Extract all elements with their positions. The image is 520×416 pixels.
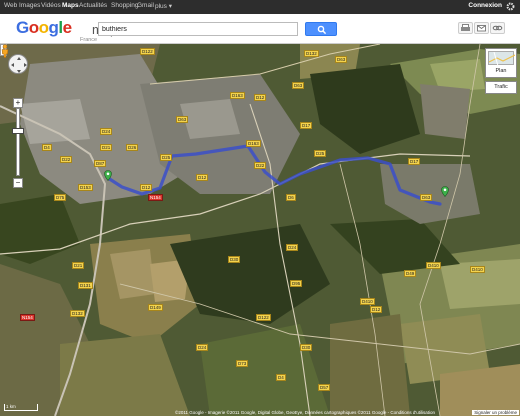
logo-letter: o: [28, 18, 39, 37]
gear-icon[interactable]: [505, 1, 516, 12]
road-label: D163: [246, 140, 261, 147]
road-label: D24: [286, 244, 299, 251]
map-canvas[interactable]: D122 D132 D63 D63 D87 D22 D25 D153 N154 …: [0, 44, 520, 416]
nav-link-more[interactable]: plus ▾: [155, 2, 172, 10]
plus-icon: +: [15, 98, 21, 107]
road-label: N154: [148, 194, 163, 201]
road-label: D4: [42, 144, 52, 151]
road-label: D17: [408, 158, 421, 165]
nav-link-maps[interactable]: Maps: [62, 2, 79, 9]
road-label: D63: [176, 116, 189, 123]
print-icon: [461, 24, 470, 31]
road-label: D63: [420, 194, 433, 201]
pan-control[interactable]: [8, 54, 28, 74]
map-thumbnail: [488, 51, 515, 66]
road-label: D17: [300, 122, 313, 129]
road-label: D410: [470, 266, 485, 273]
road-label: D49: [404, 270, 417, 277]
scale-bar: 1 km: [4, 404, 38, 411]
road-label: D87: [94, 160, 107, 167]
start-marker-icon[interactable]: [104, 170, 112, 181]
nav-link-gmail[interactable]: Gmail: [137, 2, 154, 9]
sign-in-link[interactable]: Connexion: [468, 2, 502, 9]
zoom-slider-track[interactable]: [16, 108, 20, 176]
traffic-layer-button[interactable]: Trafic: [485, 81, 517, 94]
logo-letter: o: [38, 18, 49, 37]
copyright-text: ©2011 Google - Imagerie ©2011 Google, Di…: [175, 410, 435, 415]
logo-letter: e: [62, 18, 72, 37]
nav-link-images[interactable]: Images: [19, 2, 40, 9]
street-view-pegman-icon[interactable]: [0, 44, 10, 58]
road-label: D22: [60, 156, 73, 163]
road-label: N154: [20, 314, 35, 321]
road-label: D410: [426, 262, 441, 269]
pan-arrows-icon: [11, 57, 27, 73]
logo-country: France: [80, 37, 98, 43]
link-button[interactable]: [490, 22, 505, 34]
zoom-in-button[interactable]: +: [13, 98, 23, 108]
zoom-out-button[interactable]: −: [13, 178, 23, 188]
road-label: D410: [360, 298, 375, 305]
road-label: D30: [300, 344, 313, 351]
nav-link-news[interactable]: Actualités: [79, 2, 107, 9]
link-icon: [492, 25, 503, 31]
road-label: D21: [100, 144, 113, 151]
road-label: D122: [140, 48, 155, 55]
print-button[interactable]: [458, 22, 473, 34]
road-label: D22: [254, 162, 267, 169]
road-label: D131: [78, 282, 93, 289]
road-label: D12: [140, 184, 153, 191]
road-label: D63: [335, 56, 348, 63]
top-nav-bar: Web Images Vidéos Maps Actualités Shoppi…: [0, 0, 520, 14]
road-label: D21: [72, 262, 85, 269]
road-label: D12: [196, 174, 209, 181]
nav-link-shopping[interactable]: Shopping: [111, 2, 138, 9]
destination-marker-icon[interactable]: [441, 186, 449, 197]
header: Google maps France: [0, 14, 520, 44]
report-problem-link[interactable]: Signaler un problème: [472, 410, 519, 415]
google-maps-logo[interactable]: Google maps France: [16, 18, 124, 43]
road-label: D132: [70, 310, 85, 317]
google-wordmark: Google: [16, 18, 72, 38]
road-label: D73: [236, 360, 249, 367]
road-label: D4: [276, 374, 286, 381]
minus-icon: −: [15, 178, 21, 187]
road-label: D153: [78, 184, 93, 191]
road-label: D12: [370, 306, 383, 313]
nav-link-web[interactable]: Web: [4, 2, 17, 9]
road-label: D6: [286, 194, 296, 201]
email-button[interactable]: [474, 22, 489, 34]
road-label: D24: [196, 344, 209, 351]
road-label: D163: [230, 92, 245, 99]
road-label: D63: [292, 82, 305, 89]
nav-link-videos[interactable]: Vidéos: [41, 2, 61, 9]
map-type-plan-label: Plan: [495, 68, 507, 74]
search-button[interactable]: [305, 22, 337, 36]
logo-letter: g: [48, 18, 59, 37]
road-label: D95: [290, 280, 303, 287]
road-label: D132: [304, 50, 319, 57]
search-icon: [317, 25, 327, 35]
road-label: D25: [160, 154, 173, 161]
road-label: D75: [54, 194, 67, 201]
email-icon: [477, 25, 486, 32]
road-label: D25: [314, 150, 327, 157]
road-label: D24: [100, 128, 113, 135]
map-type-plan-button[interactable]: Plan: [485, 48, 517, 78]
road-label: D149: [148, 304, 163, 311]
road-label: D122: [256, 314, 271, 321]
road-label: D12: [254, 94, 267, 101]
logo-letter: G: [16, 18, 29, 37]
road-label: D30: [228, 256, 241, 263]
zoom-slider-handle[interactable]: [12, 128, 24, 134]
search-input[interactable]: [98, 22, 298, 36]
road-label: D57: [318, 384, 331, 391]
road-label: D26: [126, 144, 139, 151]
